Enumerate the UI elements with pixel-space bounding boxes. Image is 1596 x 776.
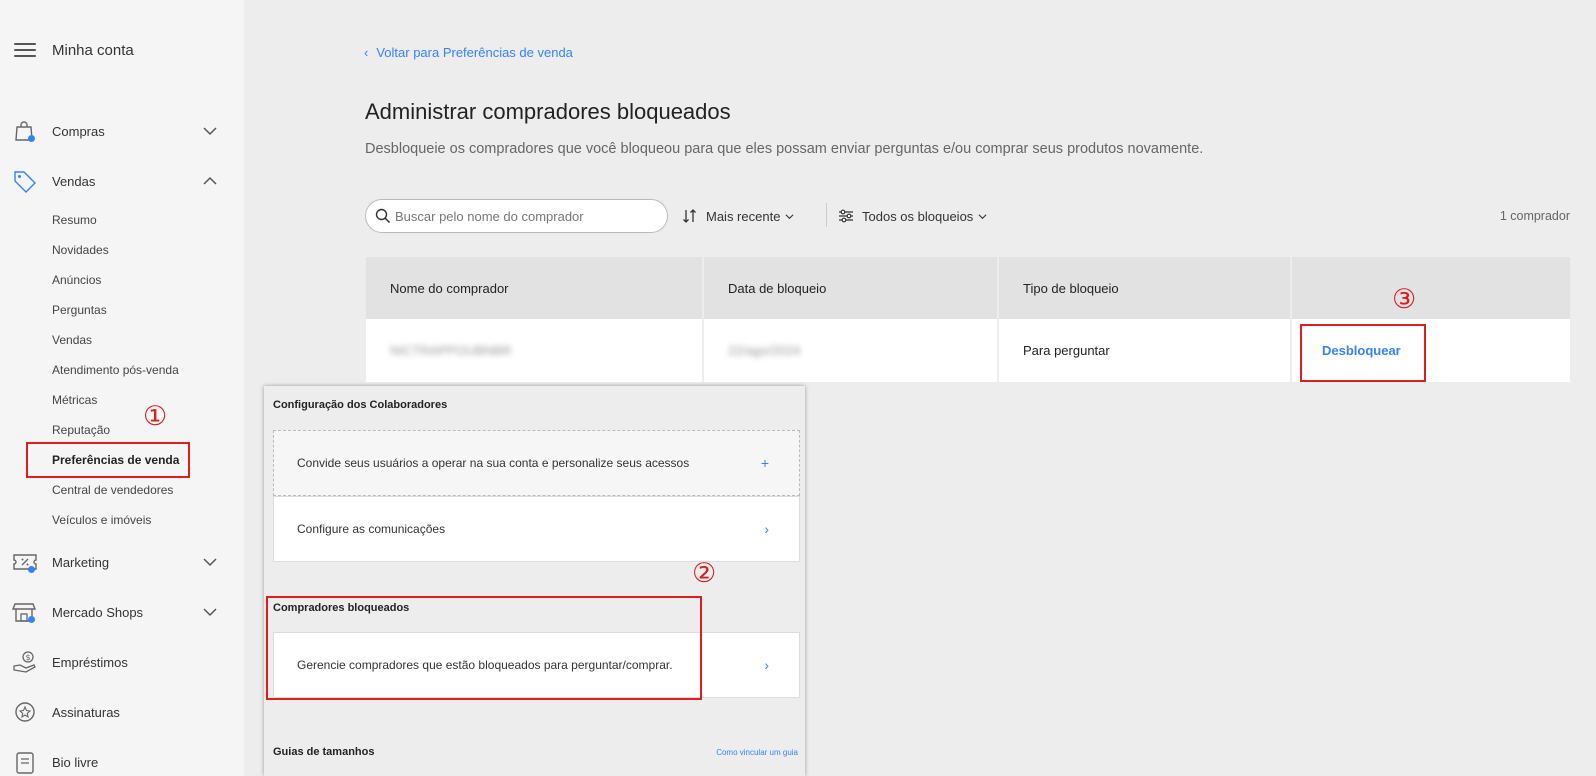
sidebar-item-label: Marketing: [52, 554, 110, 570]
sidebar-subitem-novidades[interactable]: Novidades: [52, 241, 109, 259]
chevron-down-icon: [202, 554, 218, 570]
sidebar: Minha conta Compras Vendas Resumo Novida…: [0, 0, 244, 776]
invite-users-card[interactable]: Convide seus usuários a operar na sua co…: [273, 430, 800, 496]
highlight-box-desbloquear: [1300, 324, 1426, 382]
section-title-guias: Guias de tamanhos: [273, 746, 375, 758]
sidebar-subitem-vendas[interactable]: Vendas: [52, 331, 92, 349]
shopping-bag-icon: [12, 119, 38, 143]
price-tag-icon: [12, 169, 38, 193]
table-cell-nome: NICTRAPPOUBNBR: [366, 319, 702, 382]
filter-sliders-icon: [839, 209, 853, 223]
chevron-down-icon: [978, 213, 987, 219]
chevron-left-icon: ‹: [364, 45, 369, 60]
guide-link[interactable]: Como vincular um guia: [716, 748, 798, 757]
sidebar-subitem-reputacao[interactable]: Reputação: [52, 421, 110, 439]
coupon-icon: [12, 550, 38, 574]
invite-users-text: Convide seus usuários a operar na sua co…: [297, 456, 690, 470]
chevron-up-icon: [202, 173, 218, 189]
search-box: [365, 199, 668, 233]
table-header-acao: [1292, 257, 1570, 319]
sidebar-item-label: Compras: [52, 123, 105, 139]
sidebar-subitem-veiculos[interactable]: Veículos e imóveis: [52, 511, 151, 529]
chevron-down-icon: [785, 213, 794, 219]
table-header-data: Data de bloqueio: [704, 257, 997, 319]
sidebar-item-assinaturas[interactable]: Assinaturas: [0, 697, 244, 727]
bio-page-icon: [12, 750, 38, 774]
chevron-right-icon: ›: [764, 521, 769, 537]
svg-text:$: $: [26, 653, 31, 662]
notification-dot: [28, 135, 35, 142]
notification-dot: [28, 566, 35, 573]
sidebar-title: Minha conta: [52, 41, 134, 59]
block-date: 22/ago/2024: [728, 343, 801, 358]
highlight-box-bloqueados: [266, 596, 702, 700]
sidebar-subitem-resumo[interactable]: Resumo: [52, 211, 97, 229]
sort-arrows-icon: [683, 209, 696, 223]
hamburger-menu-icon[interactable]: [14, 43, 36, 57]
sidebar-item-label: Empréstimos: [52, 654, 128, 670]
section-title-colaboradores: Configuração dos Colaboradores: [273, 399, 448, 411]
sidebar-item-mercado-shops[interactable]: Mercado Shops: [0, 597, 244, 627]
communications-text: Configure as comunicações: [297, 522, 446, 536]
sidebar-subitem-atendimento[interactable]: Atendimento pós-venda: [52, 361, 179, 379]
preferences-panel: Configuração dos Colaboradores Convide s…: [264, 386, 805, 776]
sort-dropdown[interactable]: Mais recente: [682, 207, 802, 225]
chevron-right-icon: ›: [764, 657, 769, 673]
sidebar-item-vendas[interactable]: Vendas: [0, 166, 244, 196]
filter-dropdown[interactable]: Todos os bloqueios: [838, 207, 995, 225]
sidebar-subitem-central[interactable]: Central de vendedores: [52, 481, 173, 499]
communications-card[interactable]: Configure as comunicações ›: [273, 496, 800, 562]
table-header-nome: Nome do comprador: [366, 257, 702, 319]
back-link-label: Voltar para Preferências de venda: [376, 45, 573, 60]
filter-label: Todos os bloqueios: [862, 208, 974, 224]
chevron-down-icon: [202, 604, 218, 620]
page-title: Administrar compradores bloqueados: [365, 99, 731, 124]
back-link[interactable]: ‹ Voltar para Preferências de venda: [364, 45, 573, 60]
sidebar-item-label: Mercado Shops: [52, 604, 144, 620]
highlight-box-preferencias: [26, 442, 190, 478]
search-input[interactable]: [395, 208, 655, 224]
table-header-tipo: Tipo de bloqueio: [999, 257, 1290, 319]
buyer-name: NICTRAPPOUBNBR: [390, 343, 512, 358]
search-icon: [375, 208, 391, 224]
page-description: Desbloqueie os compradores que você bloq…: [365, 141, 1204, 157]
sidebar-subitem-anuncios[interactable]: Anúncios: [52, 271, 101, 289]
annotation-number-2: ②: [692, 558, 717, 589]
annotation-number-1: ①: [143, 401, 168, 432]
sidebar-item-compras[interactable]: Compras: [0, 116, 244, 146]
storefront-icon: [11, 600, 38, 624]
sidebar-item-label: Bio livre: [52, 754, 99, 770]
hand-money-icon: $: [12, 650, 38, 674]
sidebar-item-marketing[interactable]: Marketing: [0, 547, 244, 577]
sidebar-item-label: Vendas: [52, 173, 96, 189]
sidebar-item-label: Assinaturas: [52, 704, 120, 720]
sort-label: Mais recente: [706, 208, 781, 224]
sidebar-header: Minha conta: [14, 38, 134, 62]
sidebar-subitem-perguntas[interactable]: Perguntas: [52, 301, 107, 319]
result-count: 1 comprador: [1499, 209, 1570, 223]
block-type: Para perguntar: [1023, 343, 1110, 358]
notification-dot: [28, 616, 35, 623]
sidebar-item-emprestimos[interactable]: $ Empréstimos: [0, 647, 244, 677]
sidebar-item-bio-livre[interactable]: Bio livre: [0, 747, 244, 776]
annotation-number-3: ③: [1392, 284, 1417, 315]
sidebar-subitem-metricas[interactable]: Métricas: [52, 391, 97, 409]
star-badge-icon: [12, 700, 38, 724]
table-cell-data: 22/ago/2024: [704, 319, 997, 382]
chevron-down-icon: [202, 123, 218, 139]
plus-icon: +: [760, 455, 769, 471]
toolbar-divider: [826, 203, 827, 227]
table-cell-tipo: Para perguntar: [999, 319, 1290, 382]
